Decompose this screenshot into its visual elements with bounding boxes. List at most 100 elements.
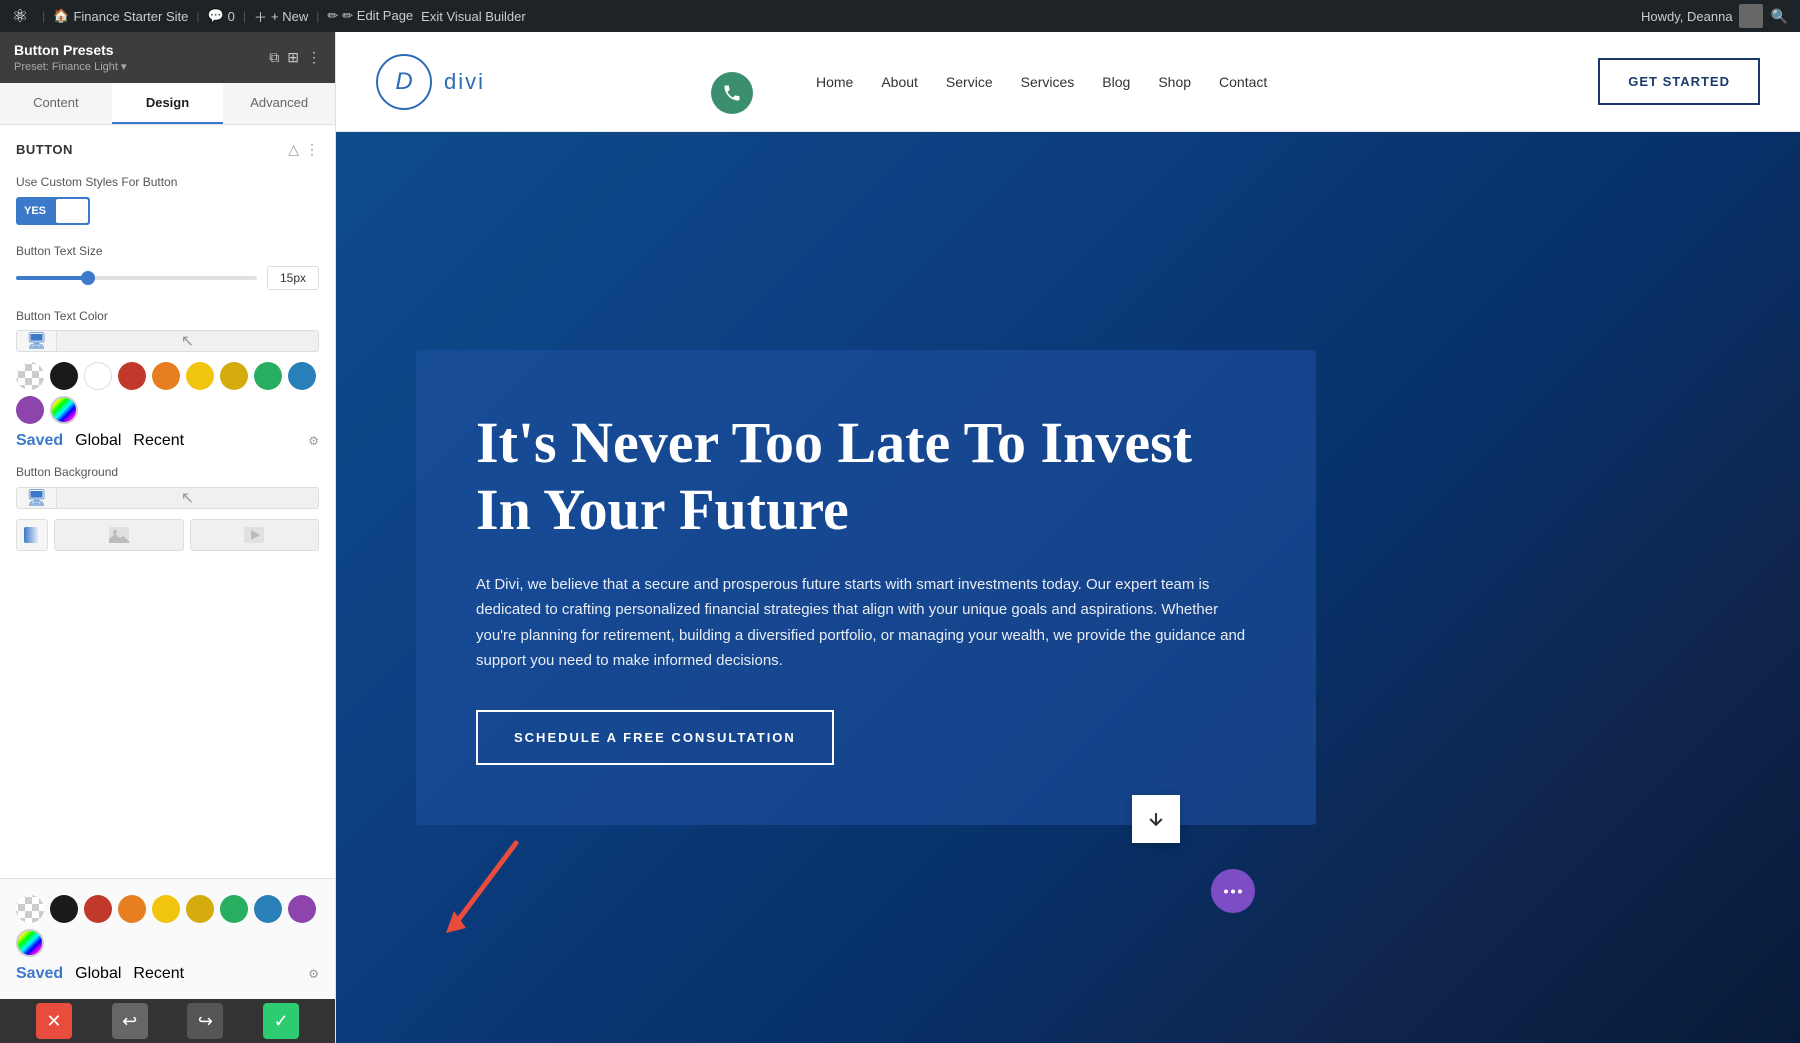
purple-swatch[interactable]	[16, 396, 44, 424]
nav-shop[interactable]: Shop	[1158, 74, 1191, 90]
btm-settings-icon[interactable]: ⚙	[308, 967, 319, 981]
color-preview-left: 🖥	[17, 331, 57, 351]
redo-icon: ↪	[198, 1011, 213, 1032]
btm-red-swatch[interactable]	[84, 895, 112, 923]
btm-transparent-swatch[interactable]	[16, 895, 44, 923]
pencil-icon: ✏	[327, 8, 338, 24]
recent-label[interactable]: Recent	[133, 432, 184, 450]
tab-content[interactable]: Content	[0, 83, 112, 124]
bg-video-btn[interactable]	[190, 519, 320, 551]
text-size-thumb[interactable]	[81, 271, 95, 285]
panel-title: Button Presets	[14, 42, 127, 58]
btm-recent-label[interactable]: Recent	[133, 965, 184, 983]
blue-swatch[interactable]	[288, 362, 316, 390]
btm-custom-swatch[interactable]	[16, 929, 44, 957]
panel-header: Button Presets Preset: Finance Light ▾ ⧉…	[0, 32, 335, 83]
green-swatch[interactable]	[254, 362, 282, 390]
site-name-link[interactable]: 🏠 Finance Starter Site	[53, 8, 188, 24]
bg-label: Button Background	[16, 464, 319, 481]
custom-color-swatch[interactable]	[50, 396, 78, 424]
tab-advanced[interactable]: Advanced	[223, 83, 335, 124]
black-swatch[interactable]	[50, 362, 78, 390]
get-started-button[interactable]: GET STARTED	[1598, 58, 1760, 105]
global-label[interactable]: Global	[75, 432, 121, 450]
btm-yellow-swatch[interactable]	[152, 895, 180, 923]
hero-title: It's Never Too Late To Invest In Your Fu…	[476, 410, 1256, 543]
toggle-knob	[56, 199, 88, 223]
new-link[interactable]: ＋ + New	[254, 7, 308, 26]
btm-black-swatch[interactable]	[50, 895, 78, 923]
section-collapse-icon[interactable]: △	[288, 141, 299, 158]
panel-icon-more[interactable]: ⋮	[307, 49, 321, 66]
plus-icon: ＋	[254, 7, 267, 26]
btm-saved-label[interactable]: Saved	[16, 965, 63, 983]
text-size-track	[16, 276, 257, 280]
scroll-down-button[interactable]	[1132, 795, 1180, 843]
orange-swatch[interactable]	[152, 362, 180, 390]
gold-swatch[interactable]	[220, 362, 248, 390]
button-section-title: Button	[16, 142, 73, 157]
custom-styles-toggle[interactable]: YES	[16, 197, 90, 225]
button-text-size-field: Button Text Size 15px	[16, 243, 319, 290]
save-button[interactable]: ✓	[263, 1003, 299, 1039]
white-swatch[interactable]	[84, 362, 112, 390]
undo-icon: ↩	[122, 1011, 137, 1032]
bottom-swatch-grid	[16, 895, 319, 957]
logo-letter: D	[395, 68, 412, 96]
text-size-label: Button Text Size	[16, 243, 319, 260]
exit-visual-builder-link[interactable]: Exit Visual Builder	[421, 9, 526, 24]
bottom-action-bar: ✕ ↩ ↪ ✓	[0, 999, 335, 1043]
edit-page-link[interactable]: ✏ ✏ Edit Page	[327, 8, 413, 24]
text-size-value[interactable]: 15px	[267, 266, 319, 290]
btm-purple-swatch[interactable]	[288, 895, 316, 923]
btm-gold-swatch[interactable]	[186, 895, 214, 923]
btm-blue-swatch[interactable]	[254, 895, 282, 923]
bg-cursor-icon: ↖	[181, 488, 194, 508]
nav-about[interactable]: About	[881, 74, 918, 90]
cursor-icon: ↖	[181, 331, 194, 351]
close-icon: ✕	[46, 1011, 61, 1032]
divi-phone-button[interactable]	[711, 72, 753, 114]
wordpress-icon[interactable]: ⚛	[12, 6, 28, 27]
panel-icon-copy[interactable]: ⧉	[269, 49, 279, 66]
bg-picker-box[interactable]: 🖥 ↖	[16, 487, 319, 509]
red-swatch[interactable]	[118, 362, 146, 390]
admin-search-icon[interactable]: 🔍	[1771, 8, 1788, 25]
close-button[interactable]: ✕	[36, 1003, 72, 1039]
button-bg-field: Button Background 🖥 ↖	[16, 464, 319, 551]
nav-service[interactable]: Service	[946, 74, 993, 90]
yellow-swatch[interactable]	[186, 362, 214, 390]
tab-design[interactable]: Design	[112, 83, 224, 124]
color-preview-right: ↖	[57, 331, 318, 351]
bg-image-btn[interactable]	[54, 519, 184, 551]
btm-orange-swatch[interactable]	[118, 895, 146, 923]
text-color-picker-box[interactable]: 🖥 ↖	[16, 330, 319, 352]
btm-green-swatch[interactable]	[220, 895, 248, 923]
nav-contact[interactable]: Contact	[1219, 74, 1267, 90]
bg-preview-left: 🖥	[17, 488, 57, 508]
nav-services[interactable]: Services	[1021, 74, 1075, 90]
nav-home[interactable]: Home	[816, 74, 853, 90]
saved-label[interactable]: Saved	[16, 432, 63, 450]
transparent-swatch[interactable]	[16, 362, 44, 390]
bg-gradient-btn[interactable]	[16, 519, 48, 551]
btm-global-label[interactable]: Global	[75, 965, 121, 983]
panel-icon-grid[interactable]: ⊞	[287, 49, 299, 66]
undo-button[interactable]: ↩	[112, 1003, 148, 1039]
swatch-settings-icon[interactable]: ⚙	[308, 434, 319, 448]
separator-1: |	[42, 9, 45, 23]
user-avatar	[1739, 4, 1763, 28]
schedule-consultation-button[interactable]: SCHEDULE A FREE CONSULTATION	[476, 710, 834, 765]
hero-content: It's Never Too Late To Invest In Your Fu…	[416, 350, 1316, 824]
button-section-header: Button △ ⋮	[16, 141, 319, 158]
comments-link[interactable]: 💬 0	[207, 8, 234, 24]
text-size-slider-row: 15px	[16, 266, 319, 290]
more-options-button[interactable]	[1211, 869, 1255, 913]
panel-header-icons: ⧉ ⊞ ⋮	[269, 49, 321, 66]
comment-icon: 💬	[207, 8, 223, 24]
button-text-color-field: Button Text Color 🖥 ↖	[16, 308, 319, 451]
redo-button[interactable]: ↪	[187, 1003, 223, 1039]
right-area: D divi Home About Service Services Blog …	[336, 32, 1800, 1043]
nav-blog[interactable]: Blog	[1102, 74, 1130, 90]
section-more-icon[interactable]: ⋮	[305, 141, 319, 158]
